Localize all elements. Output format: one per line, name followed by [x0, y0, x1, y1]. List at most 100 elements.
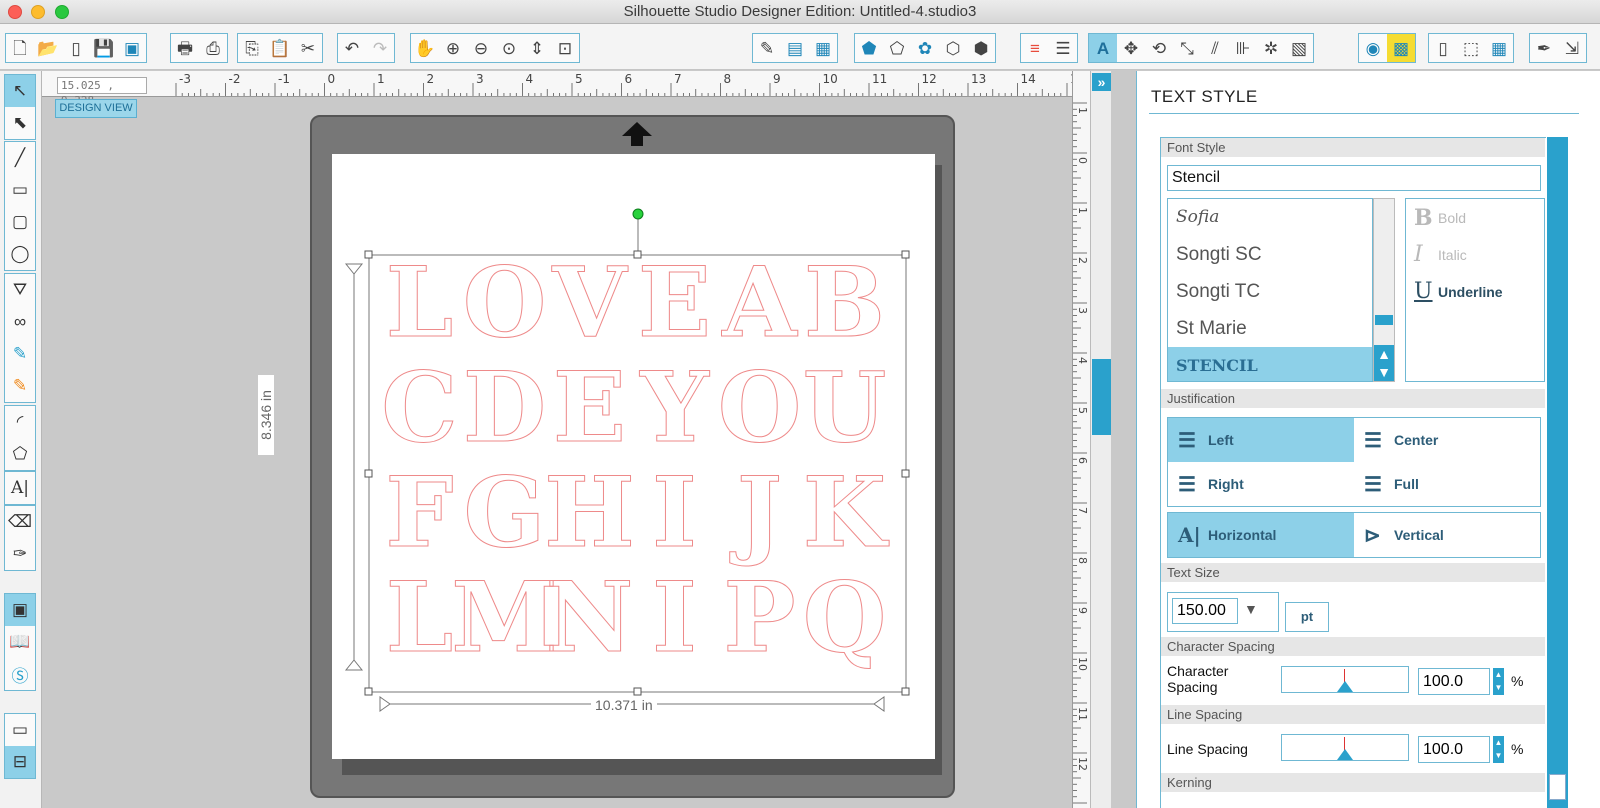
new-file-icon[interactable]: 🗋 [6, 34, 34, 62]
slider-handle[interactable] [1337, 681, 1353, 692]
font-item[interactable]: Songti TC [1168, 273, 1372, 310]
save-sd-icon[interactable]: ▣ [118, 34, 146, 62]
line-spacing-input[interactable]: 100.0 [1418, 736, 1490, 763]
zoom-out-icon[interactable]: ⊖ [467, 34, 495, 62]
text-style-icon[interactable]: A [1089, 34, 1117, 62]
rounded-rect-tool-icon[interactable]: ▢ [5, 206, 35, 238]
trace-icon[interactable]: ▩ [1387, 34, 1415, 62]
text-object[interactable]: L O V E A BC D E Y O UF GH I J KLMN I P Q [332, 154, 935, 759]
line-spacing-stepper-icon[interactable]: ▲ ▼ [1493, 736, 1504, 763]
font-list-stepper-icon[interactable]: ▲ ▼ [1374, 345, 1394, 381]
ellipse-tool-icon[interactable]: ◯ [5, 238, 35, 270]
point-edit-icon[interactable]: ⬉ [5, 107, 35, 139]
polygon-tool-icon[interactable]: ⛛ [5, 274, 35, 306]
print-icon[interactable]: 🖶 [171, 34, 199, 62]
freehand-tool-icon[interactable]: ✎ [5, 338, 35, 370]
zoom-select-icon[interactable]: ⊙ [495, 34, 523, 62]
split-view-icon[interactable]: ⊟ [5, 746, 35, 778]
scroll-thumb[interactable] [1092, 359, 1111, 435]
slider-handle[interactable] [1337, 749, 1353, 760]
text-size-dropdown-icon[interactable]: ▼ [1244, 601, 1258, 617]
library-icon[interactable]: ▯ [62, 34, 90, 62]
text-size-input[interactable]: 150.00 [1172, 598, 1238, 624]
font-item[interactable]: Songti SC [1168, 236, 1372, 273]
line-spacing-slider[interactable] [1281, 734, 1409, 761]
undo-icon[interactable]: ↶ [338, 34, 366, 62]
scale-icon[interactable]: ⤡ [1173, 34, 1201, 62]
single-view-icon[interactable]: ▭ [5, 714, 35, 746]
fill-color-icon[interactable]: ✎ [753, 34, 781, 62]
grid-icon[interactable]: ▦ [1485, 34, 1513, 62]
copy-icon[interactable]: ⎘ [238, 34, 266, 62]
zoom-in-icon[interactable]: ⊕ [439, 34, 467, 62]
replicate-icon[interactable]: ✲ [1257, 34, 1285, 62]
font-item[interactable]: St Marie [1168, 310, 1372, 347]
fill-pattern-icon[interactable]: ▦ [809, 34, 837, 62]
close-window-button[interactable] [8, 5, 22, 19]
redo-icon[interactable]: ↷ [366, 34, 394, 62]
shape-shadow-icon[interactable]: ✿ [911, 34, 939, 62]
bold-toggle[interactable]: B Bold [1406, 199, 1544, 236]
fit-page-icon[interactable]: ⊡ [551, 34, 579, 62]
character-spacing-slider[interactable] [1281, 666, 1409, 693]
horizontal-text-button[interactable]: A| Horizontal [1168, 513, 1354, 557]
underline-toggle[interactable]: U Underline [1406, 273, 1544, 310]
rotate-handle[interactable] [632, 208, 644, 220]
page-setup-icon[interactable]: ▯ [1429, 34, 1457, 62]
line-style-icon[interactable]: ☰ [1049, 34, 1077, 62]
paste-icon[interactable]: 📋 [266, 34, 294, 62]
drag-zoom-icon[interactable]: ⇕ [523, 34, 551, 62]
justify-full-button[interactable]: ☰ Full [1354, 462, 1540, 506]
online-store-icon[interactable]: Ⓢ [5, 658, 35, 690]
registration-icon[interactable]: ⬚ [1457, 34, 1485, 62]
rotate-icon[interactable]: ⟲ [1145, 34, 1173, 62]
cut-send-icon[interactable]: ⎙ [199, 34, 227, 62]
expand-panel-icon[interactable]: » [1092, 73, 1111, 91]
font-name-input[interactable]: Stencil [1167, 165, 1541, 191]
offset-icon[interactable]: ◉ [1359, 34, 1387, 62]
shear-icon[interactable]: ⫽ [1201, 34, 1229, 62]
smooth-freehand-tool-icon[interactable]: ✎ [5, 370, 35, 402]
font-list-scroll-thumb[interactable] [1375, 315, 1393, 325]
select-arrow-icon[interactable]: ↖ [5, 75, 35, 107]
curve-tool-icon[interactable]: ∞ [5, 306, 35, 338]
justify-center-button[interactable]: ☰ Center [1354, 418, 1540, 462]
line-tool-icon[interactable]: ╱ [5, 142, 35, 174]
shape-fill-pattern-icon[interactable]: ⬡ [939, 34, 967, 62]
library-book-icon[interactable]: 📖 [5, 626, 35, 658]
text-tool-icon[interactable]: A| [5, 472, 35, 504]
character-spacing-stepper-icon[interactable]: ▲ ▼ [1493, 668, 1504, 695]
align-icon[interactable]: ⊪ [1229, 34, 1257, 62]
font-list-scrollbar[interactable]: ▲ ▼ [1373, 198, 1395, 382]
font-item[interactable]: Sofia [1168, 199, 1372, 236]
fill-gradient-icon[interactable]: ▤ [781, 34, 809, 62]
knife-tool-icon[interactable]: ✑ [5, 538, 35, 570]
panel-scrollbar[interactable] [1547, 137, 1568, 808]
justify-left-button[interactable]: ☰ Left [1168, 418, 1354, 462]
minimize-window-button[interactable] [31, 5, 45, 19]
cut-settings-icon[interactable]: ✒ [1530, 34, 1558, 62]
italic-toggle[interactable]: I Italic [1406, 236, 1544, 273]
save-icon[interactable]: 💾 [90, 34, 118, 62]
line-color-icon[interactable]: ≡ [1021, 34, 1049, 62]
shape-outline-icon[interactable]: ⬠ [883, 34, 911, 62]
move-icon[interactable]: ✥ [1117, 34, 1145, 62]
modify-icon[interactable]: ▧ [1285, 34, 1313, 62]
send-to-silhouette-icon[interactable]: ⇲ [1558, 34, 1586, 62]
shape-fill-icon[interactable]: ⬟ [855, 34, 883, 62]
shape-effect-icon[interactable]: ⬢ [967, 34, 995, 62]
font-item-selected[interactable]: STENCIL [1168, 347, 1372, 381]
justify-right-button[interactable]: ☰ Right [1168, 462, 1354, 506]
panel-scroll-thumb[interactable] [1549, 774, 1566, 800]
design-page-icon[interactable]: ▣ [5, 594, 35, 626]
rectangle-tool-icon[interactable]: ▭ [5, 174, 35, 206]
character-spacing-input[interactable]: 100.0 [1418, 668, 1490, 695]
regular-polygon-tool-icon[interactable]: ⬠ [5, 438, 35, 470]
font-list[interactable]: Sofia Songti SC Songti TC St Marie STENC… [1167, 198, 1373, 382]
pan-hand-icon[interactable]: ✋ [411, 34, 439, 62]
maximize-window-button[interactable] [55, 5, 69, 19]
vertical-text-button[interactable]: ⊳ Vertical [1354, 513, 1540, 557]
open-file-icon[interactable]: 📂 [34, 34, 62, 62]
canvas-scrollbar[interactable]: » [1090, 71, 1111, 808]
text-size-unit-button[interactable]: pt [1285, 602, 1329, 632]
